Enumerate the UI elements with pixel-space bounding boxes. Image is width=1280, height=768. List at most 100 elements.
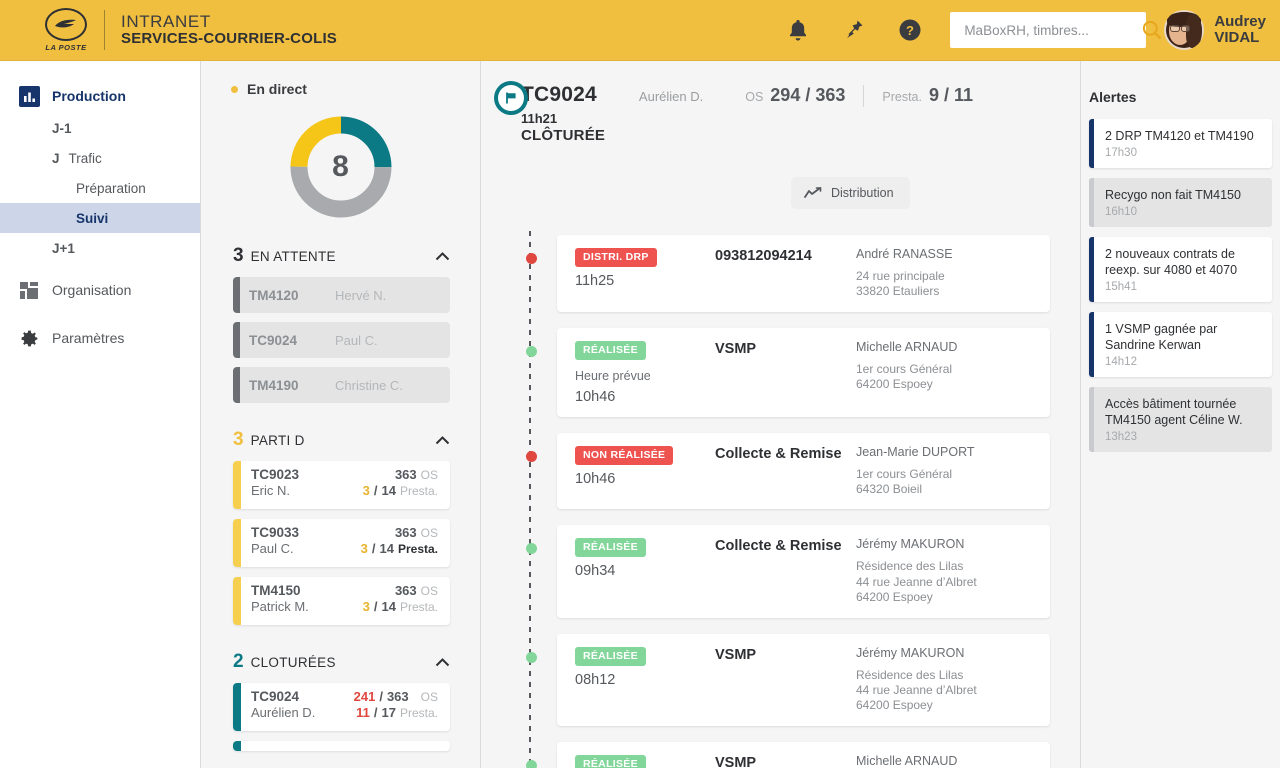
event-status: RÉALISÉE Heure prévue 10h46: [575, 340, 715, 405]
recipient-address: 1er cours Général 64200 Espoey: [856, 362, 1036, 393]
status-bar: [233, 277, 240, 313]
donut-graphic: 8: [289, 115, 393, 219]
status-badge: NON RÉALISÉE: [575, 445, 674, 465]
timeline-dot-icon: [526, 253, 537, 264]
app-root: LA POSTE INTRANET SERVICES-COURRIER-COLI…: [0, 0, 1280, 768]
event-title: VSMP: [715, 340, 757, 357]
app-header: LA POSTE INTRANET SERVICES-COURRIER-COLI…: [0, 0, 1280, 61]
event-card[interactable]: NON RÉALISÉE 10h46 Collecte & Remise Jea…: [526, 432, 1050, 510]
status-badge: RÉALISÉE: [575, 646, 646, 666]
brand-line2: SERVICES-COURRIER-COLIS: [121, 30, 338, 48]
os-label: OS: [745, 90, 764, 104]
section-header-parti-d[interactable]: 3 PARTI D: [201, 425, 480, 455]
alert-status-bar: [1089, 237, 1094, 302]
la-poste-logo: LA POSTE: [36, 8, 96, 52]
alert-item[interactable]: Recygo non fait TM4150 16h10: [1089, 178, 1272, 227]
alert-text: 1 VSMP gagnée par Sandrine Kerwan: [1105, 322, 1218, 352]
recipient-name: André RANASSE: [856, 247, 953, 261]
list-item[interactable]: TC9024 241 / 363 OS Aurélien D. 11 / 17 …: [233, 683, 450, 731]
grid-icon: [18, 279, 40, 301]
brand[interactable]: LA POSTE INTRANET SERVICES-COURRIER-COLI…: [36, 8, 337, 52]
pin-icon[interactable]: [826, 10, 882, 50]
section-header-cloturees[interactable]: 2 CLOTURÉES: [201, 647, 480, 677]
sidebar-item-j-1[interactable]: J-1: [0, 113, 200, 143]
alert-item[interactable]: Accès bâtiment tournée TM4150 agent Céli…: [1089, 387, 1272, 452]
distribution-label: Distribution: [831, 186, 894, 200]
search-input[interactable]: [964, 22, 1142, 38]
search-icon[interactable]: [1141, 17, 1163, 43]
chevron-up-icon[interactable]: [435, 251, 450, 261]
sidebar-item-parametres[interactable]: Paramètres: [0, 321, 200, 355]
alert-time: 14h12: [1105, 356, 1137, 368]
panel-divider: [480, 110, 481, 768]
tour-agent: Aurélien D.: [638, 89, 704, 104]
address-line: 33820 Etauliers: [856, 284, 940, 299]
presta-value: 9 / 11: [928, 85, 974, 105]
alert-item[interactable]: 2 DRP TM4120 et TM4190 17h30: [1089, 119, 1272, 168]
event-card[interactable]: RÉALISÉE 09h34 Collecte & Remise Jérémy …: [526, 525, 1050, 618]
tour-header: TC9024 Aurélien D. OS 294 / 363 Presta. …: [481, 61, 1080, 144]
os-value: 363: [394, 583, 417, 598]
alerts-list: 2 DRP TM4120 et TM4190 17h30 Recygo non …: [1081, 105, 1280, 452]
list-item[interactable]: TM4190 Christine C.: [233, 367, 450, 403]
tour-code: TC9024: [251, 689, 300, 704]
alert-time: 13h23: [1105, 431, 1137, 443]
event-status: RÉALISÉE 09h34: [575, 537, 715, 605]
event-recipient: Michelle ARNAUD 1er cours Général 64200 …: [856, 754, 1036, 768]
sidebar-item-production[interactable]: Production: [0, 79, 200, 113]
chevron-up-icon[interactable]: [435, 435, 450, 445]
event-main: VSMP: [715, 646, 856, 714]
sidebar-item-organisation[interactable]: Organisation: [0, 273, 200, 307]
nav-organisation-group: Organisation: [0, 273, 200, 307]
event-card[interactable]: RÉALISÉE Heure prévue 10h46 VSMP Michell…: [526, 741, 1050, 768]
event-main: VSMP: [715, 340, 856, 405]
presta-total: 14: [379, 541, 394, 556]
event-card[interactable]: RÉALISÉE 08h12 VSMP Jérémy MAKURON Résid…: [526, 633, 1050, 726]
user-menu[interactable]: Audrey VIDAL: [1164, 10, 1266, 50]
section-title: CLOTURÉES: [250, 654, 336, 670]
distribution-chip[interactable]: Distribution: [791, 177, 910, 209]
list-item[interactable]: TC9024 Paul C.: [233, 322, 450, 358]
list-item[interactable]: TC9033 363 OS Paul C. 3 / 14 Presta.: [233, 519, 450, 567]
bell-icon[interactable]: [770, 10, 826, 50]
donut-chart: 8: [201, 115, 480, 219]
address-line: 64200 Espoey: [856, 590, 933, 605]
tour-code: TC9024: [249, 332, 298, 348]
alert-item[interactable]: 2 nouveaux contrats de reexp. sur 4080 e…: [1089, 237, 1272, 302]
sidebar-item-suivi[interactable]: Suivi: [0, 203, 200, 233]
sidebar-item-j+1[interactable]: J+1: [0, 233, 200, 263]
list-item[interactable]: [233, 741, 450, 751]
list-item[interactable]: TM4150 363 OS Patrick M. 3 / 14 Presta.: [233, 577, 450, 625]
section-header-en-attente[interactable]: 3 EN ATTENTE: [201, 241, 480, 271]
sidebar-sub-label: J+1: [52, 240, 75, 256]
os-total: 363: [386, 689, 409, 704]
event-time: 10h46: [575, 470, 616, 487]
timeline-dot-icon: [526, 345, 537, 357]
address-line: 64200 Espoey: [856, 377, 933, 392]
sidebar-item-label: Production: [52, 88, 126, 104]
tour-code: TM4150: [251, 583, 301, 598]
chevron-up-icon[interactable]: [435, 657, 450, 667]
event-card[interactable]: DISTRI. DRP 11h25 093812094214 André RAN…: [526, 235, 1050, 312]
event-card[interactable]: RÉALISÉE Heure prévue 10h46 VSMP Michell…: [526, 327, 1050, 417]
live-dot-icon: [231, 85, 238, 93]
presta-done: 3: [362, 599, 370, 614]
alert-time: 15h41: [1105, 281, 1137, 293]
alert-item[interactable]: 1 VSMP gagnée par Sandrine Kerwan 14h12: [1089, 312, 1272, 377]
avatar: [1164, 10, 1205, 50]
event-time: 11h25: [575, 273, 615, 289]
event-recipient: Jérémy MAKURON Résidence des Lilas 44 ru…: [856, 537, 1036, 605]
list-item[interactable]: TC9023 363 OS Eric N. 3 / 14 Presta.: [233, 461, 450, 509]
recipient-name: Jérémy MAKURON: [856, 645, 965, 660]
timeline-dot-icon: [526, 651, 537, 663]
sidebar-item-preparation[interactable]: Préparation: [0, 173, 200, 203]
event-status: NON RÉALISÉE 10h46: [575, 445, 715, 498]
status-badge: DISTRI. DRP: [575, 248, 657, 267]
svg-text:?: ?: [906, 23, 914, 38]
sidebar-sub-label: J-1: [52, 120, 72, 136]
logo-text: LA POSTE: [45, 43, 87, 52]
help-icon[interactable]: ?: [882, 10, 938, 50]
sidebar-item-trafic[interactable]: J Trafic: [0, 143, 200, 173]
list-item[interactable]: TM4120 Hervé N.: [233, 277, 450, 313]
search-box[interactable]: [950, 12, 1162, 48]
